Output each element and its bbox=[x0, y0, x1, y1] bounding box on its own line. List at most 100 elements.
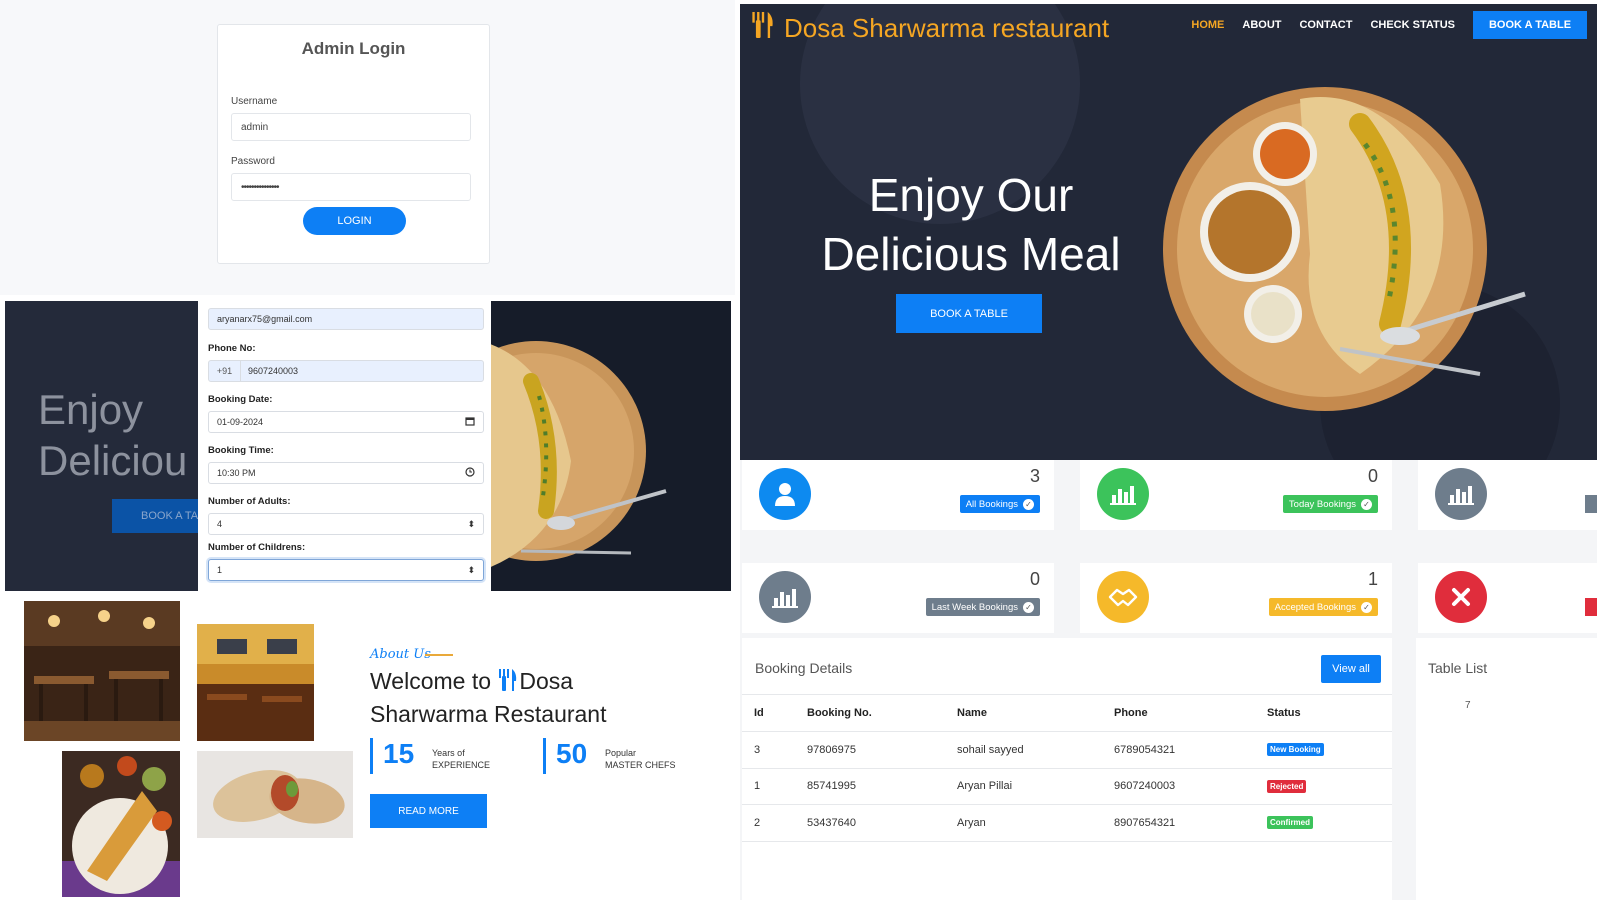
years-experience-line2: EXPERIENCE bbox=[432, 760, 491, 770]
table-row[interactable]: 2 53437640 Aryan 8907654321 Confirmed bbox=[742, 804, 1392, 842]
column-header-name: Name bbox=[945, 694, 1102, 732]
years-experience-label: Years of EXPERIENCE bbox=[432, 747, 490, 771]
stat-badge-partial bbox=[1585, 598, 1597, 616]
close-icon bbox=[1435, 571, 1487, 623]
select-arrows-icon: ⬍ bbox=[467, 564, 475, 575]
select-arrows-icon: ⬍ bbox=[467, 518, 475, 529]
dosa-plate-image bbox=[491, 301, 731, 591]
brand-logo[interactable]: Dosa Sharwarma restaurant bbox=[750, 10, 1109, 47]
rejected-bookings-card-partial[interactable] bbox=[1418, 563, 1597, 633]
login-button[interactable]: LOGIN bbox=[303, 207, 406, 235]
children-select[interactable]: 1 ⬍ bbox=[208, 559, 484, 581]
nav-home[interactable]: HOME bbox=[1191, 19, 1224, 31]
cell-phone: 8907654321 bbox=[1102, 804, 1255, 842]
all-bookings-badge: All Bookings ✓ bbox=[959, 495, 1040, 513]
login-card: Admin Login Username admin Password ••••… bbox=[217, 24, 490, 264]
booking-details-panel: Booking Details View all Id Booking No. … bbox=[742, 638, 1392, 900]
hero-background-crop: Enjoy Deliciou BOOK A TA bbox=[5, 301, 198, 591]
clock-icon[interactable] bbox=[465, 467, 475, 479]
cell-status: New Booking bbox=[1255, 731, 1392, 769]
bar-chart-icon bbox=[1097, 468, 1149, 520]
children-label: Number of Childrens: bbox=[208, 542, 306, 553]
table-list-value: 7 bbox=[1465, 700, 1471, 711]
nav-book-table-button[interactable]: BOOK A TABLE bbox=[1473, 11, 1587, 39]
booking-date-field[interactable]: 01-09-2024 bbox=[208, 411, 484, 433]
table-row[interactable]: 1 85741995 Aryan Pillai 9607240003 Rejec… bbox=[742, 768, 1392, 805]
check-circle-icon: ✓ bbox=[1023, 498, 1034, 510]
status-badge: Confirmed bbox=[1267, 816, 1313, 830]
today-bookings-label: Today Bookings bbox=[1288, 498, 1356, 510]
main-nav: HOME ABOUT CONTACT CHECK STATUS BOOK A T… bbox=[1191, 11, 1587, 39]
dosa-plate-crop bbox=[491, 301, 731, 591]
email-field[interactable]: aryanarx75@gmail.com bbox=[208, 308, 484, 330]
calendar-icon[interactable] bbox=[465, 416, 475, 428]
last-week-bookings-label: Last Week Bookings bbox=[931, 601, 1018, 613]
view-all-button[interactable]: View all bbox=[1321, 655, 1381, 683]
about-title-part2: Dosa bbox=[519, 668, 574, 694]
username-input[interactable]: admin bbox=[231, 113, 471, 141]
about-subtitle: About Us bbox=[370, 647, 431, 662]
today-bookings-card[interactable]: 0 Today Bookings ✓ bbox=[1080, 460, 1392, 530]
nav-about[interactable]: ABOUT bbox=[1242, 19, 1281, 31]
booking-form-section: Enjoy Deliciou BOOK A TA aryanarx75@gmai… bbox=[5, 301, 731, 591]
hero-section: Dosa Sharwarma restaurant HOME ABOUT CON… bbox=[740, 4, 1597, 460]
password-input[interactable]: ••••••••••••••• bbox=[231, 173, 471, 201]
hero-headline: Enjoy Our Delicious Meal bbox=[800, 166, 1142, 284]
dosa-platter-photo bbox=[62, 751, 180, 897]
booking-date-value: 01-09-2024 bbox=[217, 417, 264, 427]
hero-text-enjoy: Enjoy bbox=[38, 386, 144, 433]
nav-contact[interactable]: CONTACT bbox=[1299, 19, 1352, 31]
children-value: 1 bbox=[217, 565, 223, 575]
check-circle-icon: ✓ bbox=[1361, 601, 1372, 613]
last-week-bookings-badge: Last Week Bookings ✓ bbox=[925, 598, 1040, 616]
last-week-bookings-card[interactable]: 0 Last Week Bookings ✓ bbox=[742, 563, 1054, 633]
all-bookings-label: All Bookings bbox=[965, 498, 1018, 510]
booking-time-label: Booking Time: bbox=[208, 445, 274, 456]
table-row[interactable]: 3 97806975 sohail sayyed 6789054321 New … bbox=[742, 731, 1392, 769]
hero-book-table-button[interactable]: BOOK A TABLE bbox=[896, 294, 1042, 333]
bookings-table: Id Booking No. Name Phone Status 3 97806… bbox=[742, 694, 1392, 842]
cell-booking-no: 53437640 bbox=[795, 804, 945, 842]
master-chefs-label: Popular MASTER CHEFS bbox=[605, 747, 676, 771]
shawarma-wrap-photo bbox=[197, 751, 353, 838]
cell-id: 1 bbox=[742, 768, 795, 805]
column-header-phone: Phone bbox=[1102, 694, 1255, 732]
years-experience-number: 15 bbox=[383, 738, 415, 769]
booking-time-field[interactable]: 10:30 PM bbox=[208, 462, 484, 484]
hero-headline-line2: Delicious Meal bbox=[821, 228, 1121, 280]
about-title-line2: Sharwarma Restaurant bbox=[370, 701, 607, 727]
utensils-icon bbox=[497, 668, 519, 699]
adults-label: Number of Adults: bbox=[208, 496, 291, 507]
adults-select[interactable]: 4 ⬍ bbox=[208, 513, 484, 535]
stat-card-partial[interactable] bbox=[1418, 460, 1597, 530]
cell-booking-no: 97806975 bbox=[795, 731, 945, 769]
booking-details-title: Booking Details bbox=[755, 660, 853, 676]
read-more-button[interactable]: READ MORE bbox=[370, 794, 487, 828]
cell-id: 2 bbox=[742, 804, 795, 842]
cell-phone: 6789054321 bbox=[1102, 731, 1255, 769]
restaurant-interior-photo-1 bbox=[24, 601, 180, 741]
stat-divider bbox=[370, 738, 373, 774]
today-bookings-count: 0 bbox=[1367, 466, 1378, 486]
hero-headline-line1: Enjoy Our bbox=[868, 169, 1074, 221]
check-circle-icon: ✓ bbox=[1023, 601, 1034, 613]
phone-label: Phone No: bbox=[208, 343, 256, 354]
adults-value: 4 bbox=[217, 519, 223, 529]
table-header-row: Id Booking No. Name Phone Status bbox=[742, 694, 1392, 732]
accepted-bookings-card[interactable]: 1 Accepted Bookings ✓ bbox=[1080, 563, 1392, 633]
nav-check-status[interactable]: CHECK STATUS bbox=[1370, 19, 1455, 31]
about-title-part1: Welcome to bbox=[370, 668, 492, 694]
username-label: Username bbox=[231, 96, 278, 107]
handshake-icon bbox=[1097, 571, 1149, 623]
bar-chart-icon bbox=[1435, 468, 1487, 520]
today-bookings-badge: Today Bookings ✓ bbox=[1282, 495, 1378, 513]
all-bookings-card[interactable]: 3 All Bookings ✓ bbox=[742, 460, 1054, 530]
brand-name: Dosa Sharwarma restaurant bbox=[784, 13, 1110, 43]
admin-login-section: Admin Login Username admin Password ••••… bbox=[0, 0, 735, 295]
booking-date-label: Booking Date: bbox=[208, 394, 273, 405]
master-chefs-line2: MASTER CHEFS bbox=[605, 760, 676, 770]
login-title: Admin Login bbox=[301, 39, 406, 58]
phone-field[interactable]: +91 9607240003 bbox=[208, 360, 484, 382]
last-week-bookings-count: 0 bbox=[1029, 569, 1040, 589]
stat-divider bbox=[543, 738, 546, 774]
